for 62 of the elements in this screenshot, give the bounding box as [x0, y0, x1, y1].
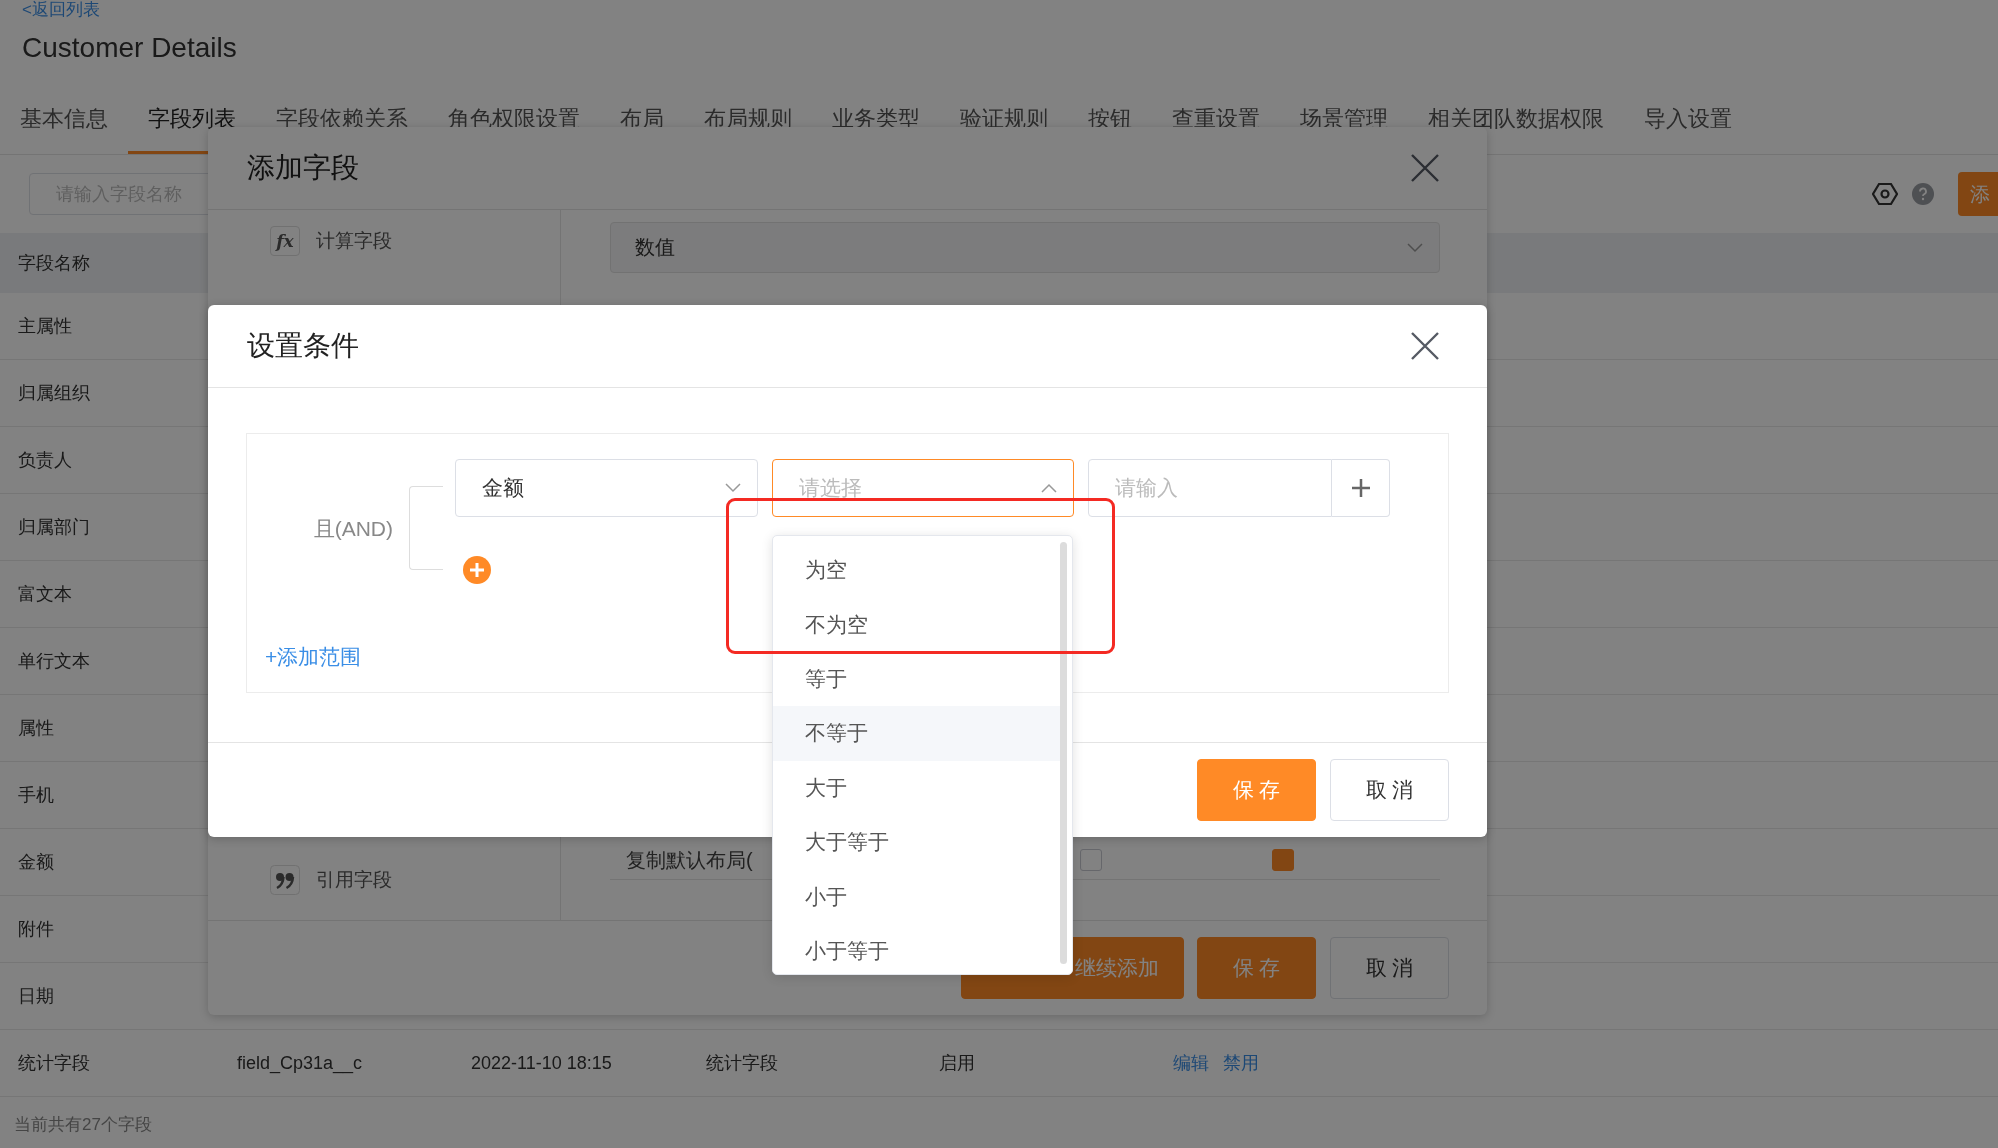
- add-condition-icon[interactable]: [463, 556, 491, 584]
- field-type-item[interactable]: 计算字段: [316, 228, 392, 254]
- settings-icon[interactable]: [1872, 181, 1898, 207]
- dropdown-option[interactable]: 大于等于: [773, 814, 1063, 870]
- operator-select[interactable]: 请选择: [772, 459, 1074, 517]
- table-cell-text: 属性: [18, 717, 55, 740]
- dropdown-option[interactable]: 小于: [773, 869, 1063, 924]
- add-button[interactable]: [1332, 459, 1390, 517]
- plus-icon: [1350, 478, 1371, 498]
- field-select[interactable]: 金额: [455, 459, 758, 517]
- table-cell-text: 富文本: [18, 583, 73, 606]
- dialog-title: 设置条件: [247, 329, 359, 363]
- dropdown-option[interactable]: 不等于: [773, 706, 1063, 761]
- close-icon[interactable]: [1410, 153, 1440, 183]
- column-header: 字段名称: [18, 252, 90, 275]
- table-cell-text: 附件: [18, 918, 55, 941]
- option-label: 复制默认布局(: [626, 847, 754, 873]
- table-cell-text: 统计字段: [18, 1052, 91, 1075]
- dropdown-option[interactable]: 小于等于: [773, 923, 1063, 979]
- table-cell-text: 2022-11-10 18:15: [471, 1052, 613, 1074]
- add-button[interactable]: 添: [1958, 172, 1998, 216]
- action-link[interactable]: 禁用: [1223, 1051, 1259, 1075]
- table-cell-text: 归属组织: [18, 382, 91, 405]
- logic-label: 且(AND): [312, 516, 394, 542]
- type-select[interactable]: 数值: [610, 222, 1440, 273]
- table-cell-text: 手机: [18, 784, 55, 807]
- formula-icon: fx: [270, 226, 300, 256]
- field-count: 当前共有27个字段: [14, 1114, 153, 1136]
- cancel-button[interactable]: 取 消: [1330, 759, 1449, 821]
- dropdown-option[interactable]: 等于: [773, 651, 1063, 707]
- table-cell-text: 单行文本: [18, 650, 91, 673]
- dialog-title: 添加字段: [247, 151, 359, 185]
- checkbox[interactable]: [1080, 849, 1102, 871]
- cancel-button[interactable]: 取 消: [1330, 937, 1449, 999]
- table-cell-text: 负责人: [18, 449, 73, 472]
- dropdown-option[interactable]: 大于: [773, 760, 1063, 815]
- close-icon[interactable]: [1410, 331, 1440, 361]
- caret-icon: [725, 483, 741, 493]
- caret-icon: [1407, 242, 1423, 253]
- save-button[interactable]: 保 存: [1197, 937, 1316, 999]
- action-link[interactable]: 编辑: [1173, 1051, 1209, 1075]
- back-link[interactable]: <返回列表: [22, 0, 1998, 20]
- help-icon[interactable]: [1912, 183, 1934, 205]
- caret-icon: [1041, 483, 1057, 493]
- table-cell-text: 启用: [939, 1052, 976, 1075]
- scrollbar[interactable]: [1060, 542, 1067, 964]
- dropdown-option[interactable]: 为空: [773, 543, 1063, 598]
- table-cell-text: 日期: [18, 985, 55, 1008]
- tab[interactable]: 基本信息: [0, 86, 128, 154]
- page-title: Customer Details: [22, 31, 238, 65]
- save-button[interactable]: 保 存: [1197, 759, 1316, 821]
- tab[interactable]: 导入设置: [1624, 86, 1752, 154]
- value-input[interactable]: 请输入: [1088, 459, 1332, 517]
- table-cell-text: 归属部门: [18, 516, 91, 539]
- table-cell-text: field_Cp31a__c: [237, 1052, 364, 1074]
- table-cell-text: 金额: [18, 851, 55, 874]
- table-cell-text: 统计字段: [706, 1052, 779, 1075]
- table-cell-text: 主属性: [18, 315, 73, 338]
- quote-icon: [270, 865, 300, 895]
- add-range-link[interactable]: +添加范围: [265, 643, 362, 671]
- checkbox[interactable]: [1272, 849, 1294, 871]
- field-type-item[interactable]: 引用字段: [316, 867, 392, 893]
